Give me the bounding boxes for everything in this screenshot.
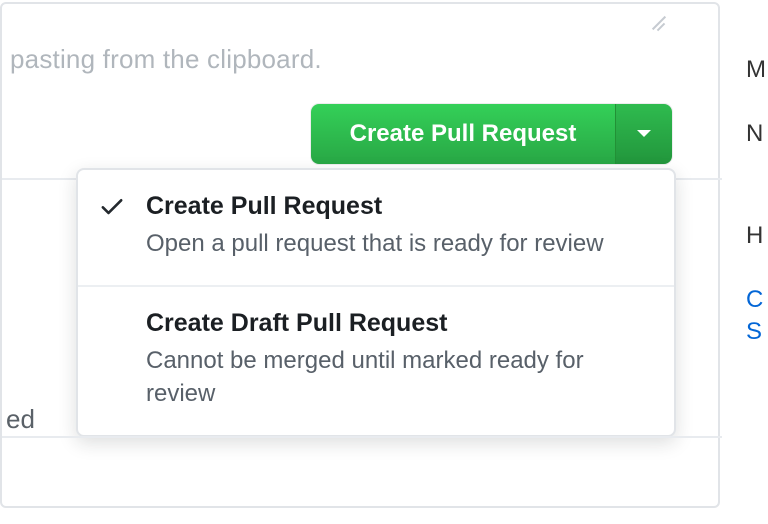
textarea-resize-grip[interactable] bbox=[650, 14, 668, 32]
create-pr-button-group: Create Pull Request bbox=[311, 104, 672, 164]
check-icon bbox=[98, 192, 126, 225]
dropdown-option-create-pr[interactable]: Create Pull Request Open a pull request … bbox=[78, 170, 674, 285]
dropdown-option-title: Create Draft Pull Request bbox=[146, 309, 650, 338]
truncated-text-left: ed bbox=[6, 404, 35, 435]
button-label: Create Pull Request bbox=[350, 120, 577, 148]
sidebar-letter: H bbox=[746, 222, 763, 250]
dropdown-option-title: Create Pull Request bbox=[146, 192, 650, 221]
create-pr-dropdown-menu: Create Pull Request Open a pull request … bbox=[76, 168, 676, 437]
sidebar-link-letter[interactable]: S bbox=[746, 318, 762, 346]
divider bbox=[2, 436, 722, 438]
chevron-down-icon bbox=[636, 127, 652, 142]
create-pull-request-button[interactable]: Create Pull Request bbox=[311, 104, 616, 164]
sidebar-letter: N bbox=[746, 120, 763, 148]
create-pr-dropdown-toggle[interactable] bbox=[616, 104, 672, 164]
dropdown-option-description: Open a pull request that is ready for re… bbox=[146, 227, 650, 261]
dropdown-option-create-draft-pr[interactable]: Create Draft Pull Request Cannot be merg… bbox=[78, 285, 674, 435]
sidebar-letter: M bbox=[746, 56, 766, 84]
dropdown-option-description: Cannot be merged until marked ready for … bbox=[146, 344, 650, 411]
attachment-hint-text: pasting from the clipboard. bbox=[10, 44, 322, 75]
sidebar-fragment: M N H C S bbox=[746, 0, 768, 524]
sidebar-link-letter[interactable]: C bbox=[746, 286, 763, 314]
pr-form-panel: pasting from the clipboard. Create Pull … bbox=[0, 2, 720, 508]
